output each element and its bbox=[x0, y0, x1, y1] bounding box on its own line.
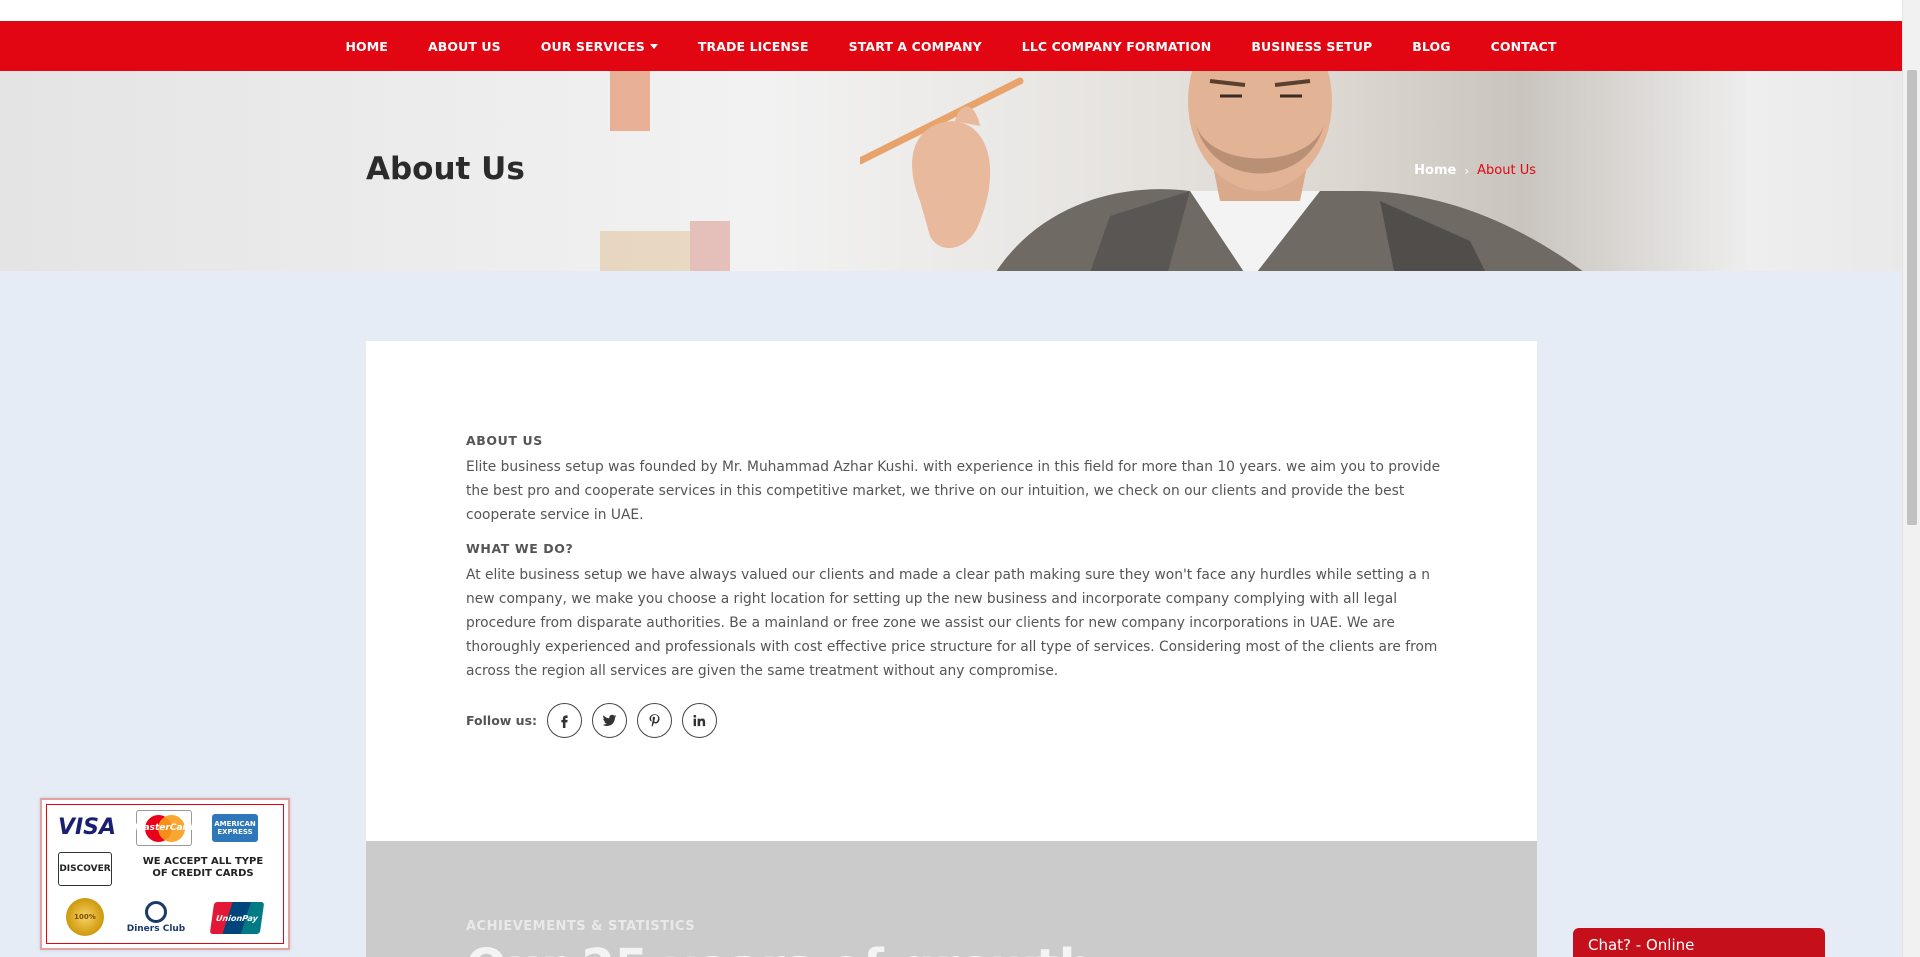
nav-our-services[interactable]: OUR SERVICES bbox=[521, 39, 678, 54]
hero-decor bbox=[690, 221, 730, 271]
main-navbar: HOME ABOUT US OUR SERVICES TRADE LICENSE… bbox=[0, 21, 1902, 71]
nav-start-a-company-label: START A COMPANY bbox=[848, 38, 982, 54]
breadcrumb-current: About Us bbox=[1477, 163, 1536, 178]
nav-trade-license-label: TRADE LICENSE bbox=[697, 38, 809, 54]
amex-logo: AMERICAN EXPRESS bbox=[212, 814, 258, 842]
scrollbar-thumb[interactable] bbox=[1907, 70, 1917, 525]
breadcrumb: Home › About Us bbox=[1414, 163, 1536, 178]
nav-trade-license[interactable]: TRADE LICENSE bbox=[678, 39, 829, 54]
achievements-section: ACHIEVEMENTS & STATISTICS Our 25 years o… bbox=[366, 841, 1537, 957]
hero-banner: About Us Home › About Us bbox=[0, 71, 1902, 271]
nav-home-label: HOME bbox=[345, 38, 388, 54]
facebook-icon[interactable] bbox=[547, 703, 583, 738]
page-scrollbar[interactable] bbox=[1902, 0, 1920, 957]
follow-us-label: Follow us: bbox=[466, 713, 538, 728]
mastercard-logo: MasterCard bbox=[134, 810, 194, 846]
credit-card-badge: VISA MasterCard AMERICAN EXPRESS DISCOVE… bbox=[40, 798, 290, 950]
nav-our-services-label: OUR SERVICES bbox=[540, 38, 645, 54]
nav-contact-label: CONTACT bbox=[1490, 38, 1557, 54]
diners-text: Diners Club bbox=[126, 923, 186, 934]
chat-widget-button[interactable]: Chat? - Online bbox=[1573, 928, 1825, 957]
pinterest-icon[interactable] bbox=[637, 703, 673, 738]
nav-about-us[interactable]: ABOUT US bbox=[408, 39, 521, 54]
nav-contact[interactable]: CONTACT bbox=[1471, 39, 1577, 54]
diners-club-logo: Diners Club bbox=[126, 896, 186, 938]
nav-about-us-label: ABOUT US bbox=[427, 38, 501, 54]
about-us-heading: ABOUT US bbox=[466, 433, 543, 448]
caret-down-icon bbox=[649, 43, 658, 49]
hero-decor bbox=[600, 231, 690, 271]
nav-start-a-company[interactable]: START A COMPANY bbox=[829, 39, 1002, 54]
nav-business-setup-label: BUSINESS SETUP bbox=[1251, 38, 1373, 54]
achievements-title: Our 25 years of growth bbox=[466, 939, 1093, 957]
twitter-icon[interactable] bbox=[592, 703, 628, 738]
nav-llc-company-formation[interactable]: LLC COMPANY FORMATION bbox=[1002, 39, 1232, 54]
about-content: ABOUT US Elite business setup was founde… bbox=[466, 433, 1441, 738]
page-title: About Us bbox=[366, 151, 525, 187]
mastercard-text: MasterCard bbox=[134, 823, 194, 833]
breadcrumb-home-link[interactable]: Home bbox=[1414, 163, 1456, 178]
linkedin-icon[interactable] bbox=[682, 703, 718, 738]
what-we-do-heading: WHAT WE DO? bbox=[466, 541, 574, 556]
hero-decor bbox=[610, 71, 650, 131]
nav-blog[interactable]: BLOG bbox=[1392, 39, 1470, 54]
visa-logo: VISA bbox=[57, 814, 117, 840]
guarantee-seal-icon: 100% bbox=[66, 898, 104, 936]
about-card: ABOUT US Elite business setup was founde… bbox=[366, 341, 1537, 841]
nav-llc-label: LLC COMPANY FORMATION bbox=[1021, 38, 1212, 54]
about-us-text: Elite business setup was founded by Mr. … bbox=[466, 459, 1441, 523]
unionpay-logo: UnionPay bbox=[209, 902, 265, 934]
nav-home[interactable]: HOME bbox=[325, 39, 407, 54]
discover-logo: DISCOVER bbox=[58, 852, 112, 886]
what-we-do-text: At elite business setup we have always v… bbox=[466, 567, 1438, 679]
accept-cards-text: WE ACCEPT ALL TYPE OF CREDIT CARDS bbox=[142, 856, 264, 879]
top-strip bbox=[0, 0, 1902, 21]
chevron-right-icon: › bbox=[1464, 163, 1470, 178]
follow-us-row: Follow us: bbox=[466, 703, 1441, 738]
achievements-kicker: ACHIEVEMENTS & STATISTICS bbox=[466, 919, 696, 934]
nav-business-setup[interactable]: BUSINESS SETUP bbox=[1231, 39, 1392, 54]
nav-blog-label: BLOG bbox=[1412, 38, 1451, 54]
